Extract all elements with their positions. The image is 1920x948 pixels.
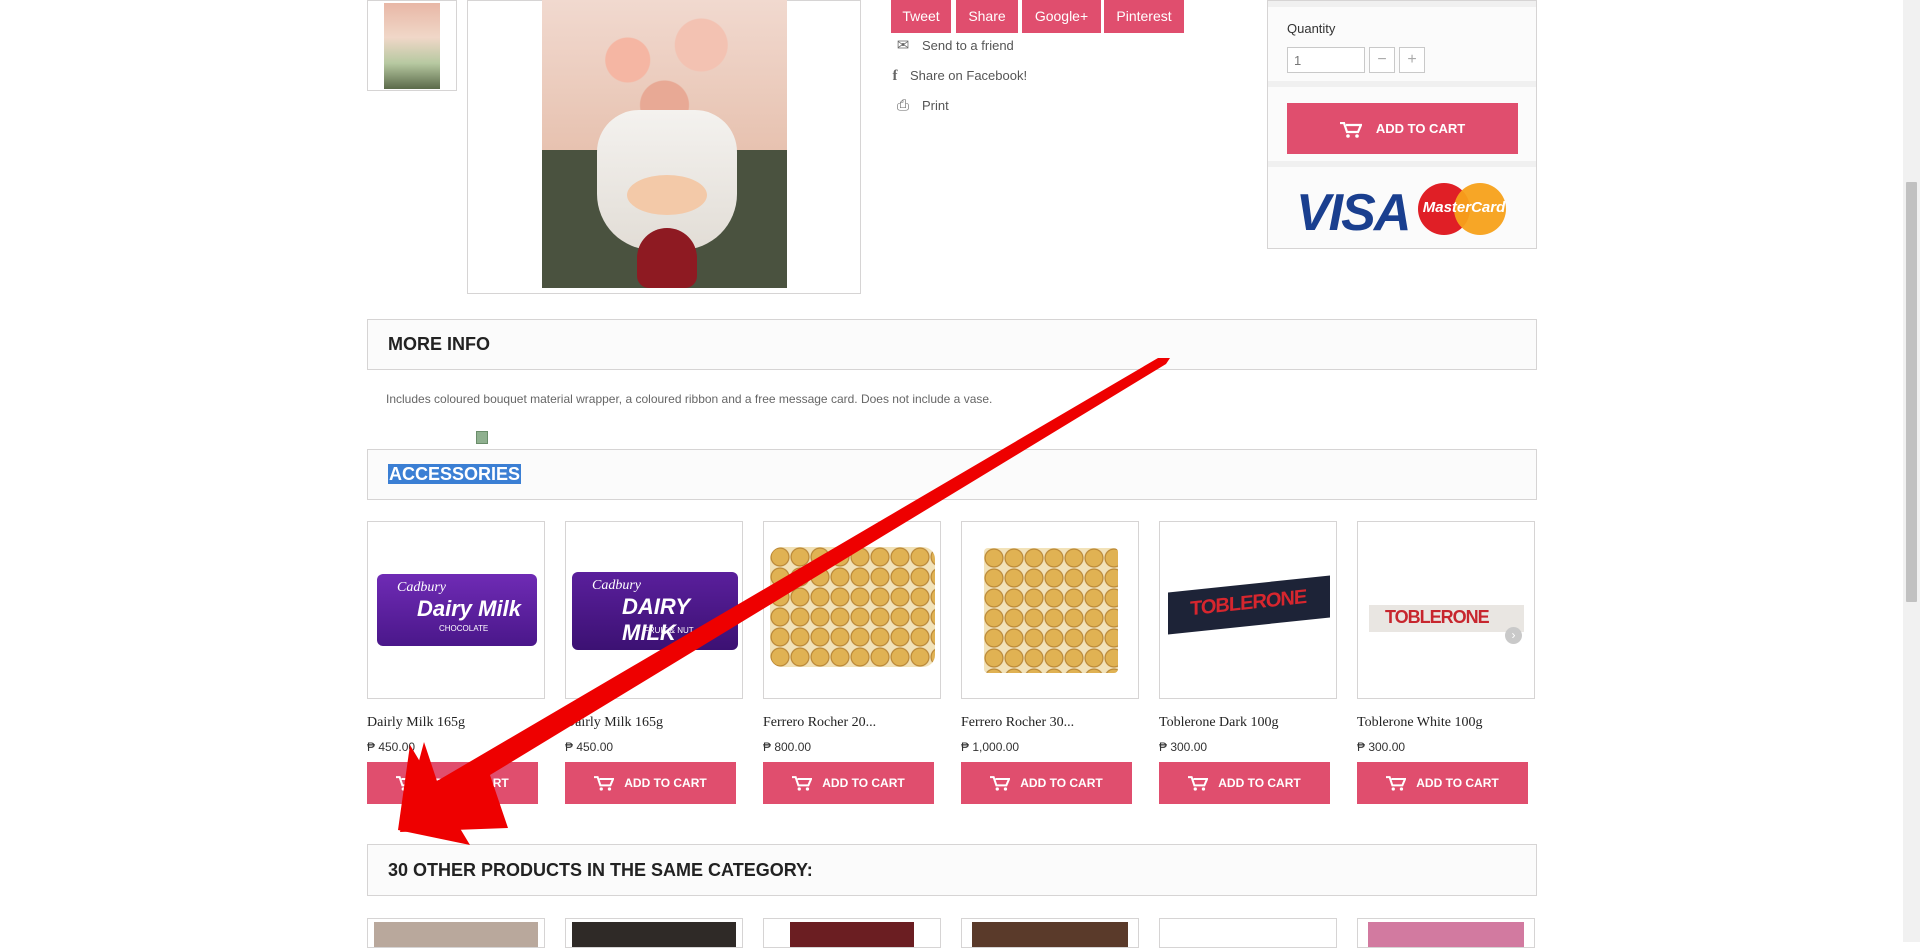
product-art-brand: Cadbury [592,578,641,593]
other-product-image[interactable] [961,918,1139,948]
other-product-image[interactable] [1357,918,1535,948]
send-to-friend-link[interactable]: ✉ Send to a friend [892,36,1014,56]
product-add-to-cart-button[interactable]: ADD TO CART [763,762,934,804]
product-art-label: DAIRY MILK [622,594,690,645]
printer-icon: ⎙ [896,97,909,114]
product-add-to-cart-button[interactable]: ADD TO CART [367,762,538,804]
product-image[interactable] [961,521,1139,699]
product-name[interactable]: Dairly Milk 165g [367,715,465,731]
quantity-input[interactable] [1287,47,1365,73]
product-price: ₱ 800.00 [763,740,812,754]
google-plus-button[interactable]: Google+ [1022,0,1101,33]
pinterest-button[interactable]: Pinterest [1104,0,1184,33]
quantity-label: Quantity [1287,21,1336,36]
product-name[interactable]: Toblerone Dark 100g [1159,715,1279,731]
more-info-heading: MORE INFO [367,319,1537,370]
print-link[interactable]: ⎙ Print [892,96,949,116]
other-products-heading: 30 OTHER PRODUCTS IN THE SAME CATEGORY: [367,844,1537,896]
cart-icon [1188,776,1209,791]
cart-icon [1339,121,1362,138]
visa-logo: VISA [1296,184,1411,242]
small-image-icon [476,431,488,444]
product-name[interactable]: Dairly Milk 165g [565,715,663,731]
quantity-decrease-button[interactable]: − [1369,47,1395,73]
cart-icon [792,776,813,791]
product-price: ₱ 300.00 [1159,740,1208,754]
vertical-scrollbar[interactable] [1903,0,1920,942]
product-image[interactable] [763,521,941,699]
product-price: ₱ 450.00 [367,740,416,754]
quantity-increase-button[interactable]: + [1399,47,1425,73]
scrollbar-thumb[interactable] [1906,182,1917,602]
product-add-to-cart-button[interactable]: ADD TO CART [1159,762,1330,804]
product-thumbnail[interactable] [367,0,457,91]
product-price: ₱ 1,000.00 [961,740,1020,754]
product-art-label: TOBLERONE [1190,585,1307,621]
payment-logos: VISA MasterCard [1296,181,1510,242]
product-image[interactable]: TOBLERONE [1357,521,1535,699]
product-add-to-cart-button[interactable]: ADD TO CART [565,762,736,804]
more-info-text: Includes coloured bouquet material wrapp… [386,392,993,406]
product-price: ₱ 300.00 [1357,740,1406,754]
product-name[interactable]: Ferrero Rocher 30... [961,715,1074,731]
product-price: ₱ 450.00 [565,740,614,754]
thumbnail-image [384,3,440,89]
add-to-cart-label: ADD TO CART [1375,121,1466,136]
accessories-heading: ACCESSORIES [367,449,1537,500]
other-product-image[interactable] [565,918,743,948]
product-add-to-cart-button[interactable]: ADD TO CART [961,762,1132,804]
product-art-brand: Cadbury [397,580,446,595]
add-to-cart-button[interactable]: ADD TO CART [1287,103,1518,154]
product-name[interactable]: Ferrero Rocher 20... [763,715,876,731]
share-button[interactable]: Share [956,0,1018,33]
share-facebook-link[interactable]: f Share on Facebook! [888,66,1028,86]
other-product-image[interactable] [367,918,545,948]
other-product-image[interactable] [1159,918,1337,948]
accessories-title: ACCESSORIES [388,464,522,484]
product-art-sub: CHOCOLATE [439,624,489,633]
product-image[interactable]: Cadbury Dairy Milk CHOCOLATE [367,521,545,699]
product-image[interactable]: TOBLERONE [1159,521,1337,699]
product-main-image[interactable] [467,0,861,294]
product-name[interactable]: Toblerone White 100g [1357,715,1483,731]
other-product-image[interactable] [763,918,941,948]
mastercard-logo: MasterCard [1418,181,1508,235]
product-add-to-cart-button[interactable]: ADD TO CART [1357,762,1528,804]
product-art-label: Dairy Milk [417,596,521,621]
envelope-icon: ✉ [896,37,910,54]
send-to-friend-label: Send to a friend [922,38,1014,53]
product-art-sub: FRUIT & NUT [644,626,694,635]
print-label: Print [922,98,949,113]
cart-icon [1386,776,1407,791]
buy-box: Quantity − + ADD TO CART VISA MasterCard [1267,0,1537,249]
bouquet-photo [542,0,787,288]
cart-icon [396,776,417,791]
carousel-next-icon[interactable]: › [1505,627,1522,644]
product-art-label: TOBLERONE [1385,607,1490,627]
product-image[interactable]: Cadbury DAIRY MILK FRUIT & NUT [565,521,743,699]
cart-icon [990,776,1011,791]
share-facebook-label: Share on Facebook! [910,68,1028,83]
tweet-button[interactable]: Tweet [891,0,951,33]
facebook-icon: f [892,68,898,84]
cart-icon [594,776,615,791]
